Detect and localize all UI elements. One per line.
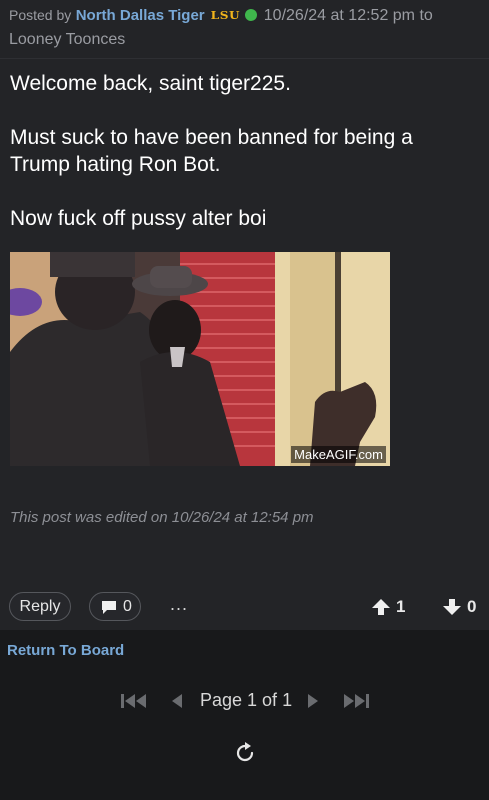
post-line: Welcome back, saint tiger225. <box>10 72 291 95</box>
reply-to-user[interactable]: Looney Toonces <box>9 31 125 48</box>
board-footer: Return To Board Page 1 of 1 <box>0 630 489 800</box>
post-body: Welcome back, saint tiger225. Must suck … <box>10 70 480 232</box>
page-indicator: Page 1 of 1 <box>200 690 293 710</box>
embedded-gif[interactable]: MakeAGIF.com <box>10 252 390 466</box>
edited-note: This post was edited on 10/26/24 at 12:5… <box>10 509 314 526</box>
reply-button[interactable]: Reply <box>9 592 71 621</box>
upvote-count: 1 <box>396 597 406 616</box>
forum-post: Posted by North Dallas Tiger LSU 10/26/2… <box>0 0 489 630</box>
posted-by-prefix: Posted by <box>9 7 72 23</box>
upvote-button[interactable]: 1 <box>372 596 412 618</box>
next-page-icon[interactable] <box>307 693 319 709</box>
downvote-arrow-icon <box>443 599 461 615</box>
school-badge: LSU <box>210 9 241 22</box>
post-line: Now fuck off pussy alter boi <box>10 207 267 230</box>
gif-watermark: MakeAGIF.com <box>291 446 386 463</box>
downvote-count: 0 <box>467 597 477 616</box>
downvote-button[interactable]: 0 <box>443 596 483 618</box>
post-actions: Reply 0 ... 1 0 <box>0 591 489 623</box>
comment-button[interactable]: 0 <box>89 592 141 621</box>
divider <box>0 58 489 59</box>
post-meta: Posted by North Dallas Tiger LSU 10/26/2… <box>9 3 479 52</box>
post-line: Trump hating Ron Bot. <box>10 153 221 176</box>
gif-image <box>10 252 390 466</box>
online-status-icon <box>245 9 258 21</box>
refresh-icon[interactable] <box>233 741 257 765</box>
post-timestamp: 10/26/24 at 12:52 pm to <box>263 7 433 24</box>
pagination: Page 1 of 1 <box>0 688 489 714</box>
comment-icon <box>102 601 116 614</box>
author-link[interactable]: North Dallas Tiger <box>76 7 205 24</box>
more-icon[interactable]: ... <box>170 595 198 617</box>
post-line: Must suck to have been banned for being … <box>10 126 413 149</box>
last-page-icon[interactable] <box>343 693 369 709</box>
upvote-arrow-icon <box>372 599 390 615</box>
comment-count: 0 <box>123 598 132 615</box>
first-page-icon[interactable] <box>121 693 147 709</box>
return-to-board-link[interactable]: Return To Board <box>7 642 124 659</box>
prev-page-icon[interactable] <box>171 693 183 709</box>
